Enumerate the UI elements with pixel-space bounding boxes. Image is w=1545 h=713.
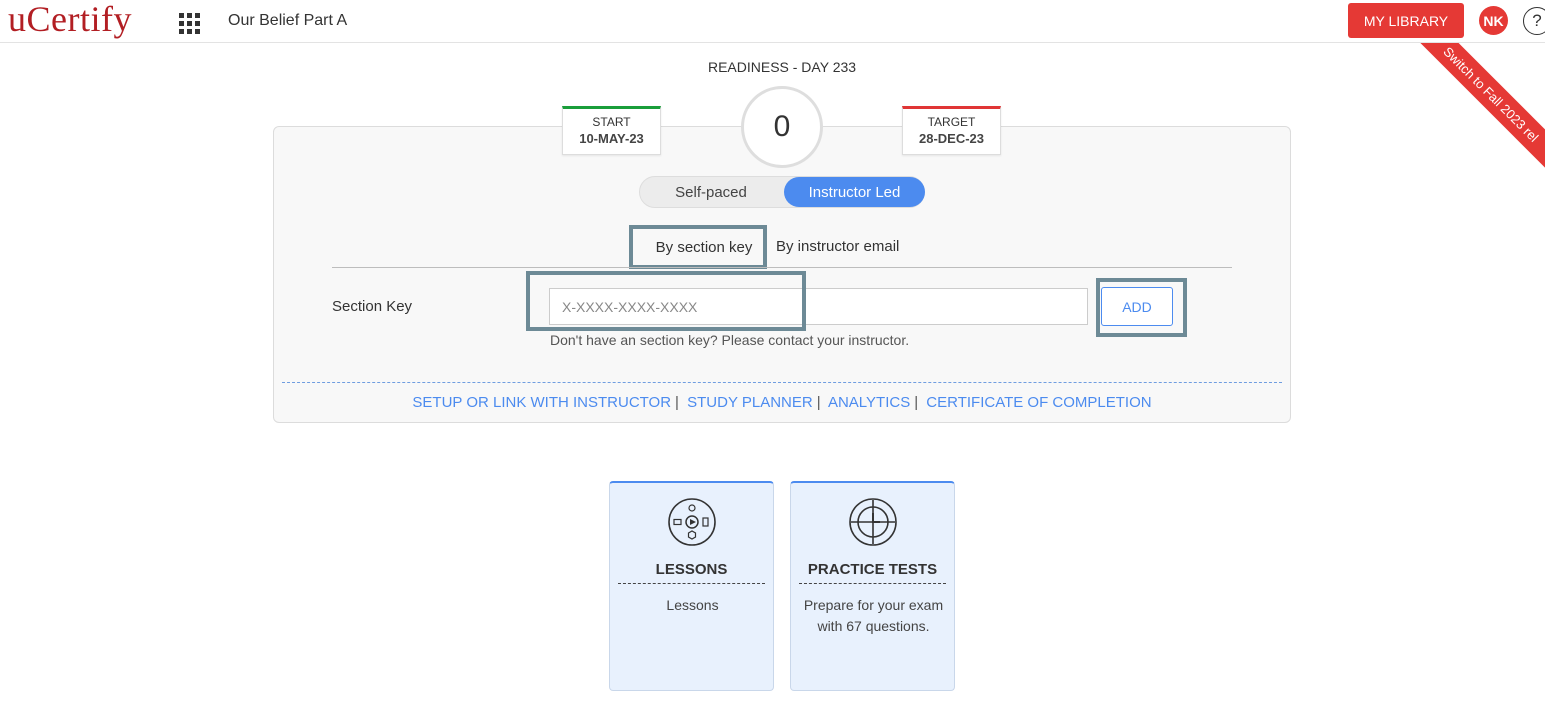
dashed-divider <box>282 382 1282 383</box>
setup-instructor-link[interactable]: SETUP OR LINK WITH INSTRUCTOR <box>412 394 671 411</box>
target-date: 28-DEC-23 <box>918 131 985 146</box>
apps-grid-icon[interactable] <box>179 13 201 34</box>
link-separator: | <box>675 394 679 411</box>
practice-tests-tile[interactable]: PRACTICE TESTS Prepare for your exam wit… <box>790 481 955 691</box>
link-separator: | <box>914 394 919 411</box>
help-icon[interactable]: ? <box>1523 7 1545 35</box>
analytics-link[interactable]: ANALYTICS <box>828 394 910 411</box>
card-links: SETUP OR LINK WITH INSTRUCTOR | STUDY PLA… <box>0 394 1545 411</box>
readiness-title: READINESS - DAY 233 <box>707 59 857 75</box>
course-title: Our Belief Part A <box>228 12 348 29</box>
certificate-link[interactable]: CERTIFICATE OF COMPLETION <box>926 394 1151 411</box>
target-icon <box>849 498 897 546</box>
section-key-label: Section Key <box>332 298 413 315</box>
readiness-card <box>273 126 1291 423</box>
top-navbar: uCertify Our Belief Part A MY LIBRARY NK… <box>0 0 1545 43</box>
learning-mode-toggle: Self-paced Instructor Led <box>639 176 925 208</box>
user-avatar[interactable]: NK <box>1479 6 1508 35</box>
start-date-box: START 10-MAY-23 <box>562 106 661 155</box>
section-key-hint: Don't have an section key? Please contac… <box>550 332 910 348</box>
my-library-button[interactable]: MY LIBRARY <box>1348 3 1464 38</box>
start-label: START <box>592 115 631 129</box>
practice-tests-description: Prepare for your exam with 67 questions. <box>803 597 944 634</box>
study-planner-link[interactable]: STUDY PLANNER <box>687 394 813 411</box>
target-label: TARGET <box>927 115 976 129</box>
tab-divider <box>332 267 1232 268</box>
tab-by-section-key[interactable]: By section key <box>629 225 767 269</box>
lessons-title: LESSONS <box>618 561 765 584</box>
target-date-box: TARGET 28-DEC-23 <box>902 106 1001 155</box>
link-separator: | <box>816 394 821 411</box>
lessons-icon <box>668 498 716 546</box>
self-paced-option[interactable]: Self-paced <box>640 177 782 207</box>
readiness-score: 0 <box>741 86 823 168</box>
start-date: 10-MAY-23 <box>579 131 644 146</box>
add-button[interactable]: ADD <box>1101 287 1173 326</box>
ucertify-logo[interactable]: uCertify <box>8 0 132 40</box>
section-key-input[interactable] <box>549 288 1088 325</box>
lessons-tile[interactable]: LESSONS Lessons <box>609 481 774 691</box>
tab-by-instructor-email[interactable]: By instructor email <box>776 238 899 255</box>
instructor-led-option[interactable]: Instructor Led <box>784 177 925 207</box>
lessons-description: Lessons <box>666 597 719 613</box>
practice-tests-title: PRACTICE TESTS <box>799 561 946 584</box>
